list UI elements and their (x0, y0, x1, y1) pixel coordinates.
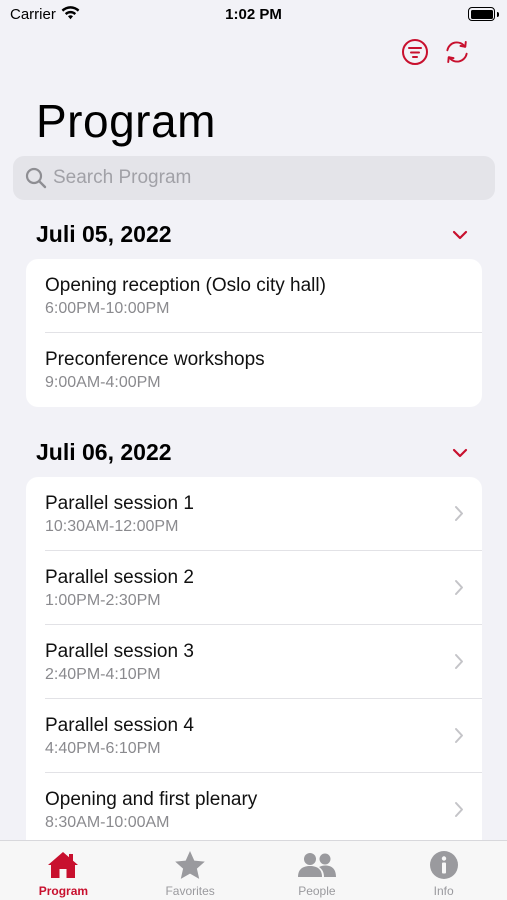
tab-favorites[interactable]: Favorites (127, 841, 254, 900)
chevron-right-icon (454, 653, 464, 670)
list-item[interactable]: Parallel session 4 4:40PM-6:10PM (26, 699, 482, 773)
tab-label: People (298, 884, 336, 898)
filter-button[interactable] (401, 38, 429, 66)
section-header[interactable]: Juli 06, 2022 (36, 439, 476, 466)
tab-bar: Program Favorites People Info (0, 840, 507, 900)
session-time: 6:00PM-10:00PM (45, 299, 170, 317)
search-input[interactable] (53, 167, 453, 189)
session-list: Opening reception (Oslo city hall) 6:00P… (26, 259, 482, 407)
section-date: Juli 06, 2022 (36, 439, 172, 465)
list-item[interactable]: Parallel session 1 10:30AM-12:00PM (26, 477, 482, 551)
session-time: 4:40PM-6:10PM (45, 739, 161, 757)
status-bar: Carrier 1:02 PM (0, 0, 507, 30)
list-item[interactable]: Opening and first plenary 8:30AM-10:00AM (26, 773, 482, 847)
header-actions (401, 38, 471, 66)
chevron-right-icon (454, 579, 464, 596)
session-time: 10:30AM-12:00PM (45, 517, 179, 535)
tab-label: Program (38, 884, 89, 898)
list-item[interactable]: Parallel session 2 1:00PM-2:30PM (26, 551, 482, 625)
list-item[interactable]: Parallel session 3 2:40PM-4:10PM (26, 625, 482, 699)
session-title: Opening reception (Oslo city hall) (45, 274, 326, 296)
clock: 1:02 PM (225, 6, 282, 23)
tab-label: Info (433, 884, 454, 898)
chevron-down-icon[interactable] (452, 230, 468, 240)
tab-info[interactable]: Info (380, 841, 507, 900)
program-screen: Carrier 1:02 PM Program Search Program J… (0, 0, 507, 900)
list-item[interactable]: Preconference workshops 9:00AM-4:00PM (26, 333, 482, 407)
session-title: Parallel session 3 (45, 640, 194, 662)
filter-icon (402, 39, 428, 65)
session-title: Preconference workshops (45, 348, 265, 370)
session-title: Parallel session 4 (45, 714, 194, 736)
chevron-down-icon[interactable] (452, 448, 468, 458)
session-time: 8:30AM-10:00AM (45, 813, 170, 831)
section-header[interactable]: Juli 05, 2022 (36, 221, 476, 248)
info-icon (429, 849, 459, 881)
tab-label: Favorites (165, 884, 215, 898)
refresh-button[interactable] (443, 38, 471, 66)
session-time: 1:00PM-2:30PM (45, 591, 161, 609)
session-title: Parallel session 2 (45, 566, 194, 588)
session-title: Opening and first plenary (45, 788, 258, 810)
battery-icon (468, 7, 495, 21)
tab-program[interactable]: Program (0, 841, 127, 900)
section-date: Juli 05, 2022 (36, 221, 172, 247)
chevron-right-icon (454, 727, 464, 744)
session-time: 2:40PM-4:10PM (45, 665, 161, 683)
session-title: Parallel session 1 (45, 492, 194, 514)
chevron-right-icon (454, 505, 464, 522)
home-icon (46, 849, 80, 881)
people-icon (297, 849, 337, 881)
refresh-icon (446, 40, 468, 64)
list-item[interactable]: Opening reception (Oslo city hall) 6:00P… (26, 259, 482, 333)
session-list: Parallel session 1 10:30AM-12:00PM Paral… (26, 477, 482, 857)
search-bar[interactable] (13, 156, 495, 200)
search-icon (25, 167, 47, 189)
star-icon (174, 849, 206, 881)
page-title: Program (36, 95, 216, 147)
session-time: 9:00AM-4:00PM (45, 373, 161, 391)
tab-people[interactable]: People (254, 841, 381, 900)
chevron-right-icon (454, 801, 464, 818)
